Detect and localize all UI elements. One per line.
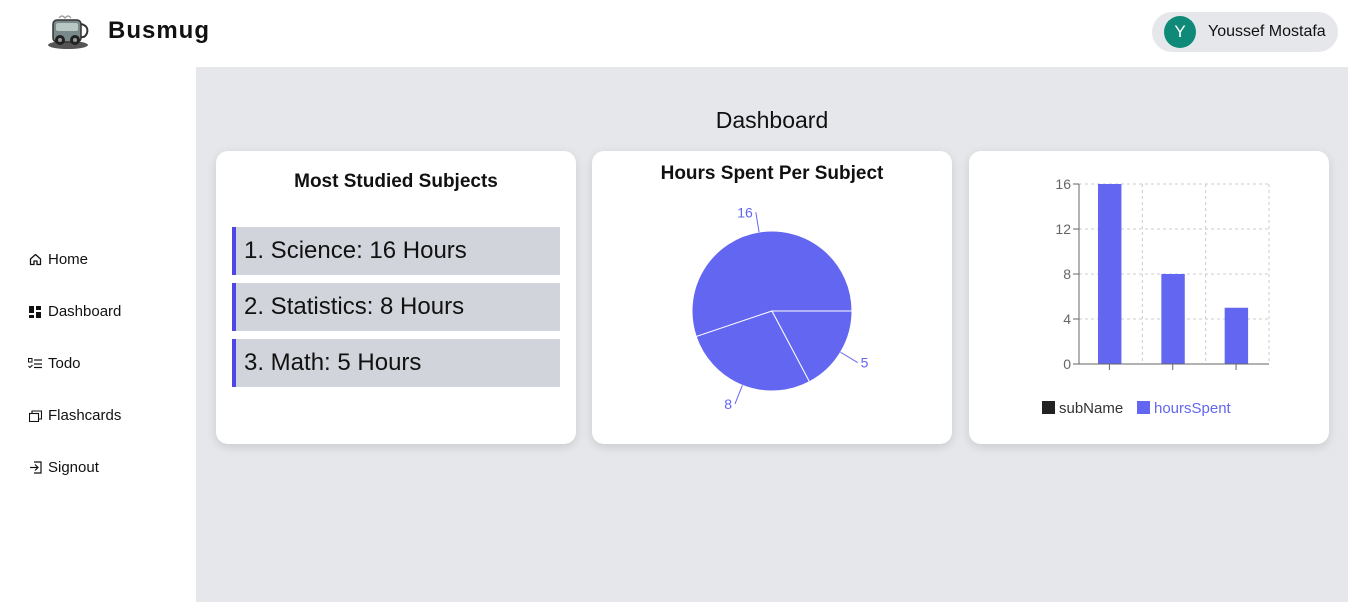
bar-chart: 0 4 8 12 16 subName hoursSpent	[1042, 176, 1270, 417]
most-studied-title: Most Studied Subjects	[294, 171, 498, 192]
sidebar: Home Dashboard Todo Flashcards Signout	[0, 67, 196, 602]
legend-swatch	[1042, 401, 1055, 414]
flashcards-icon	[28, 409, 42, 423]
list-item: 2. Statistics: 8 Hours	[232, 283, 560, 331]
dashboard-grid-icon	[28, 305, 42, 319]
user-name: Youssef Mostafa	[1208, 23, 1326, 40]
busmug-logo[interactable]	[44, 12, 92, 52]
sidebar-item-home[interactable]: Home	[28, 251, 88, 268]
sidebar-item-signout[interactable]: Signout	[28, 459, 99, 476]
pie-chart: 1685	[691, 204, 869, 412]
pie-data-label: 16	[737, 204, 753, 220]
home-icon	[28, 253, 42, 267]
bar[interactable]	[1161, 274, 1185, 364]
sidebar-item-label: Flashcards	[48, 407, 122, 424]
sidebar-item-label: Todo	[48, 355, 81, 372]
signout-icon	[28, 461, 42, 475]
avatar: Y	[1164, 16, 1196, 48]
pie-chart-card: Hours Spent Per Subject 16 8 5	[592, 151, 952, 444]
pie-label-line	[734, 385, 743, 405]
top-bar: Busmug Y Youssef Mostafa	[0, 0, 1348, 67]
y-tick-label: 4	[1063, 311, 1071, 327]
pie-label-line	[840, 351, 858, 363]
sidebar-item-flashcards[interactable]: Flashcards	[28, 407, 121, 424]
pie-data-label: 5	[861, 355, 869, 371]
y-tick-label: 0	[1063, 356, 1071, 372]
page-title: Dashboard	[715, 107, 829, 133]
checklist-icon	[28, 357, 42, 371]
y-tick-label: 8	[1063, 266, 1071, 282]
user-menu[interactable]: Y Youssef Mostafa	[1152, 12, 1338, 52]
bar[interactable]	[1224, 307, 1249, 364]
list-item: 1. Science: 16 Hours	[232, 227, 560, 275]
pie-label-line	[755, 212, 760, 233]
legend-label[interactable]: subName	[1059, 400, 1123, 417]
sidebar-item-label: Dashboard	[48, 303, 122, 320]
sidebar-item-label: Signout	[48, 459, 99, 476]
pie-data-label: 8	[724, 396, 732, 412]
brand-name[interactable]: Busmug	[108, 17, 210, 45]
y-tick-label: 12	[1055, 221, 1071, 237]
legend-label[interactable]: hoursSpent	[1154, 400, 1232, 417]
list-item: 3. Math: 5 Hours	[232, 339, 560, 387]
sidebar-item-dashboard[interactable]: Dashboard	[28, 303, 121, 320]
legend-swatch	[1137, 401, 1150, 414]
bar-chart-card: 0 4 8 12 16 subName hoursSpent	[969, 151, 1329, 444]
sidebar-item-todo[interactable]: Todo	[28, 355, 81, 372]
main-content: Dashboard Most Studied Subjects 1. Scien…	[196, 67, 1348, 602]
y-tick-label: 16	[1055, 176, 1071, 192]
bar[interactable]	[1098, 184, 1122, 364]
most-studied-card: Most Studied Subjects 1. Science: 16 Hou…	[216, 151, 576, 444]
sidebar-item-label: Home	[48, 251, 89, 268]
